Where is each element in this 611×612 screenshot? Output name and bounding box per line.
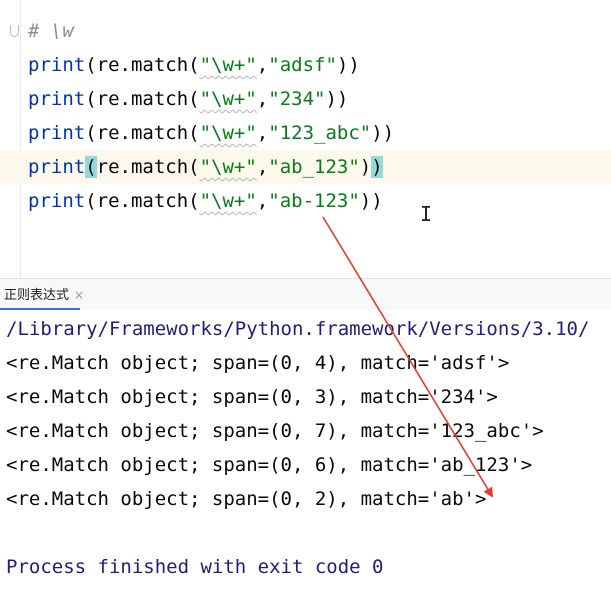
comment-text: # \w — [28, 20, 74, 42]
code-line-comment[interactable]: # \w — [0, 14, 611, 48]
argument-string: "ab-123" — [268, 190, 360, 212]
text-cursor-icon: I — [420, 202, 433, 226]
code-line-2[interactable]: print(re.match("\w+","234")) — [0, 82, 611, 116]
code-editor[interactable]: # \w print(re.match("\w+","adsf")) print… — [0, 0, 611, 278]
argument-string: "123_abc" — [268, 122, 372, 144]
separator: , — [256, 88, 269, 110]
interpreter-path: /Library/Frameworks/Python.framework/Ver… — [6, 318, 590, 340]
pattern-string: "\w+" — [199, 190, 257, 212]
pattern-string: "\w+" — [199, 88, 257, 110]
separator: , — [256, 54, 269, 76]
matched-brace-open: ( — [85, 156, 97, 178]
call-text: (re.match( — [85, 190, 200, 212]
run-panel-header: 正则表达式 × — [0, 278, 611, 311]
argument-string: "adsf" — [268, 54, 337, 76]
argument-string: "234" — [268, 88, 326, 110]
run-console[interactable]: /Library/Frameworks/Python.framework/Ver… — [0, 310, 611, 612]
print-keyword: print — [28, 54, 86, 76]
argument-string: "ab_123" — [268, 156, 360, 178]
tab-label: 正则表达式 — [4, 288, 70, 303]
output-line: <re.Match object; span=(0, 4), match='ad… — [6, 352, 510, 374]
code-line-4-current[interactable]: print(re.match("\w+","ab_123")) — [0, 150, 611, 184]
close-icon[interactable]: × — [74, 279, 84, 311]
code-line-1[interactable]: print(re.match("\w+","adsf")) — [0, 48, 611, 82]
closing-parens: )) — [325, 88, 349, 110]
print-keyword: print — [28, 156, 86, 178]
call-text: re.match( — [96, 156, 200, 178]
call-text: (re.match( — [85, 88, 200, 110]
print-keyword: print — [28, 122, 86, 144]
matched-brace-close: ) — [371, 156, 383, 178]
code-line-3[interactable]: print(re.match("\w+","123_abc")) — [0, 116, 611, 150]
process-finished-message: Process finished with exit code 0 — [6, 556, 384, 578]
output-line: <re.Match object; span=(0, 2), match='ab… — [6, 488, 487, 510]
output-line: <re.Match object; span=(0, 3), match='23… — [6, 386, 498, 408]
print-keyword: print — [28, 88, 86, 110]
call-text: (re.match( — [85, 122, 200, 144]
closing-parens: )) — [336, 54, 360, 76]
separator: , — [256, 190, 269, 212]
closing-parens: )) — [359, 190, 383, 212]
output-line: <re.Match object; span=(0, 7), match='12… — [6, 420, 544, 442]
separator: , — [256, 122, 269, 144]
print-keyword: print — [28, 190, 86, 212]
tab-run-config[interactable]: 正则表达式 × — [4, 279, 84, 311]
closing-paren: ) — [359, 156, 372, 178]
separator: , — [256, 156, 269, 178]
pattern-string: "\w+" — [199, 122, 257, 144]
closing-parens: )) — [371, 122, 395, 144]
call-text: (re.match( — [85, 54, 200, 76]
code-line-5[interactable]: print(re.match("\w+","ab-123")) — [0, 184, 611, 218]
pattern-string: "\w+" — [199, 54, 257, 76]
pattern-string: "\w+" — [199, 156, 257, 178]
output-line: <re.Match object; span=(0, 6), match='ab… — [6, 454, 533, 476]
